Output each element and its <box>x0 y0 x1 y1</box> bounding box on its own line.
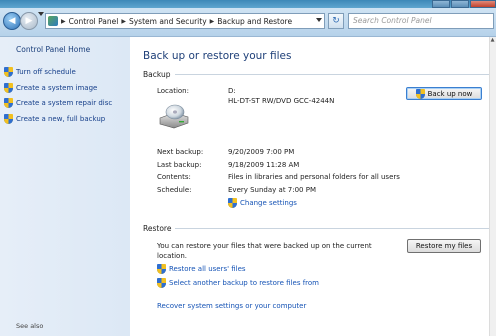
window-title-bar <box>0 0 496 8</box>
address-bar[interactable]: ▶ Control Panel ▶ System and Security ▶ … <box>45 13 325 29</box>
sidebar-see-also-heading: See also <box>16 322 44 330</box>
shield-icon <box>157 264 166 274</box>
backup-drive-icon <box>159 104 189 129</box>
next-backup-label: Next backup: <box>157 148 204 156</box>
breadcrumb-separator-icon[interactable]: ▶ <box>121 18 126 25</box>
breadcrumb-separator-icon[interactable]: ▶ <box>61 18 66 25</box>
forward-button[interactable]: ▶ <box>20 12 38 30</box>
shield-icon <box>228 198 237 208</box>
sidebar-item-turn-off-schedule[interactable]: Turn off schedule <box>4 67 76 77</box>
sidebar-control-panel-home[interactable]: Control Panel Home <box>16 45 90 54</box>
link-label: Change settings <box>240 199 297 207</box>
address-dropdown-icon[interactable] <box>316 18 322 22</box>
arrow-left-icon: ◀ <box>8 16 16 26</box>
maximize-button[interactable] <box>451 0 469 8</box>
backup-heading: Backup <box>143 70 171 79</box>
sidebar <box>0 37 130 336</box>
refresh-button[interactable]: ↻ <box>328 13 344 29</box>
restore-heading: Restore <box>143 224 172 233</box>
last-backup-value: 9/18/2009 11:28 AM <box>228 161 300 169</box>
search-input[interactable]: Search Control Panel <box>348 13 494 29</box>
backup-section-header: Backup <box>143 70 491 79</box>
restore-description-line2: location. <box>157 252 187 260</box>
select-another-backup-link[interactable]: Select another backup to restore files f… <box>157 278 319 288</box>
shield-icon <box>4 67 13 77</box>
caption-buttons <box>432 0 496 8</box>
link-label: Restore all users' files <box>169 265 246 273</box>
shield-icon <box>4 114 13 124</box>
schedule-label: Schedule: <box>157 186 192 194</box>
contents-value: Files in libraries and personal folders … <box>228 173 400 181</box>
shield-icon <box>4 83 13 93</box>
change-settings-link[interactable]: Change settings <box>228 198 297 208</box>
contents-label: Contents: <box>157 173 191 181</box>
control-panel-icon <box>48 16 58 26</box>
sidebar-item-label: Turn off schedule <box>16 68 76 76</box>
minimize-button[interactable] <box>432 0 450 8</box>
link-label: Select another backup to restore files f… <box>169 279 319 287</box>
location-drive: D: <box>228 87 236 95</box>
section-divider <box>174 74 491 75</box>
last-backup-label: Last backup: <box>157 161 202 169</box>
restore-section-header: Restore <box>143 224 491 233</box>
next-backup-value: 9/20/2009 7:00 PM <box>228 148 295 156</box>
breadcrumb-control-panel[interactable]: Control Panel <box>69 17 119 26</box>
location-label: Location: <box>157 87 189 95</box>
sidebar-item-label: Create a system image <box>16 84 98 92</box>
restore-all-users-link[interactable]: Restore all users' files <box>157 264 246 274</box>
sidebar-item-label: Create a new, full backup <box>16 115 106 123</box>
sidebar-item-label: Create a system repair disc <box>16 99 113 107</box>
refresh-icon: ↻ <box>332 16 340 26</box>
shield-icon <box>415 88 425 99</box>
shield-icon <box>157 278 166 288</box>
recover-system-link[interactable]: Recover system settings or your computer <box>157 302 306 310</box>
section-divider <box>175 228 491 229</box>
page-title: Back up or restore your files <box>143 50 292 62</box>
breadcrumb-system-security[interactable]: System and Security <box>129 17 207 26</box>
sidebar-item-create-full-backup[interactable]: Create a new, full backup <box>4 114 105 124</box>
sidebar-item-create-system-image[interactable]: Create a system image <box>4 83 97 93</box>
sidebar-item-create-repair-disc[interactable]: Create a system repair disc <box>4 98 112 108</box>
back-up-now-button[interactable]: Back up now <box>406 87 482 100</box>
shield-icon <box>4 98 13 108</box>
breadcrumb-separator-icon[interactable]: ▶ <box>210 18 215 25</box>
restore-description-line1: You can restore your files that were bac… <box>157 242 372 250</box>
restore-my-files-button[interactable]: Restore my files <box>407 239 481 253</box>
close-button[interactable] <box>470 0 496 8</box>
schedule-value: Every Sunday at 7:00 PM <box>228 186 316 194</box>
scroll-up-icon[interactable]: ▲ <box>489 37 496 43</box>
recent-pages-dropdown[interactable] <box>38 12 44 16</box>
breadcrumb-backup-restore[interactable]: Backup and Restore <box>217 17 292 26</box>
back-button[interactable]: ◀ <box>3 12 21 30</box>
location-device: HL-DT-ST RW/DVD GCC-4244N <box>228 97 335 105</box>
button-label: Back up now <box>427 89 473 98</box>
arrow-right-icon: ▶ <box>25 16 33 26</box>
vertical-scrollbar[interactable] <box>489 37 496 336</box>
